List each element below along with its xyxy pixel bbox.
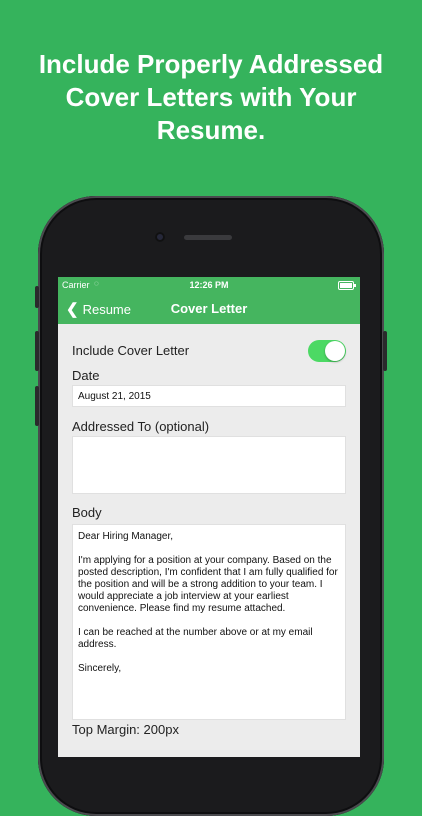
volume-down-button (35, 386, 39, 426)
date-label: Date (72, 368, 100, 383)
battery-icon (338, 281, 356, 290)
toggle-knob (325, 341, 345, 361)
phone-frame: Carrier ◌ 12:26 PM ❮ Resume Cover Letter … (35, 196, 387, 816)
body-label: Body (72, 505, 102, 520)
app-screen: Carrier ◌ 12:26 PM ❮ Resume Cover Letter … (58, 277, 360, 757)
promo-headline: Include Properly Addressed Cover Letters… (0, 48, 422, 147)
date-field[interactable]: August 21, 2015 (72, 385, 346, 407)
include-cover-letter-toggle[interactable] (308, 340, 346, 362)
volume-up-button (35, 331, 39, 371)
mute-switch (35, 286, 39, 308)
top-margin-label: Top Margin: 200px (72, 722, 179, 737)
status-bar: Carrier ◌ 12:26 PM (58, 277, 360, 293)
earpiece-speaker (184, 235, 232, 240)
navigation-bar: ❮ Resume Cover Letter (58, 293, 360, 324)
addressed-to-label: Addressed To (optional) (72, 419, 210, 434)
status-time: 12:26 PM (189, 280, 229, 290)
include-cover-letter-label: Include Cover Letter (72, 343, 190, 358)
headline-line-1: Include Properly Addressed (38, 49, 384, 79)
power-button (383, 331, 387, 371)
headline-line-2: Cover Letters with Your (65, 82, 357, 112)
front-camera-icon (155, 232, 165, 242)
body-textarea[interactable]: Dear Hiring Manager, I'm applying for a … (72, 524, 346, 720)
page-title: Cover Letter (170, 301, 248, 316)
include-cover-letter-row: Include Cover Letter (72, 340, 346, 362)
addressed-to-field[interactable] (72, 436, 346, 494)
headline-line-3: Resume. (156, 115, 266, 145)
